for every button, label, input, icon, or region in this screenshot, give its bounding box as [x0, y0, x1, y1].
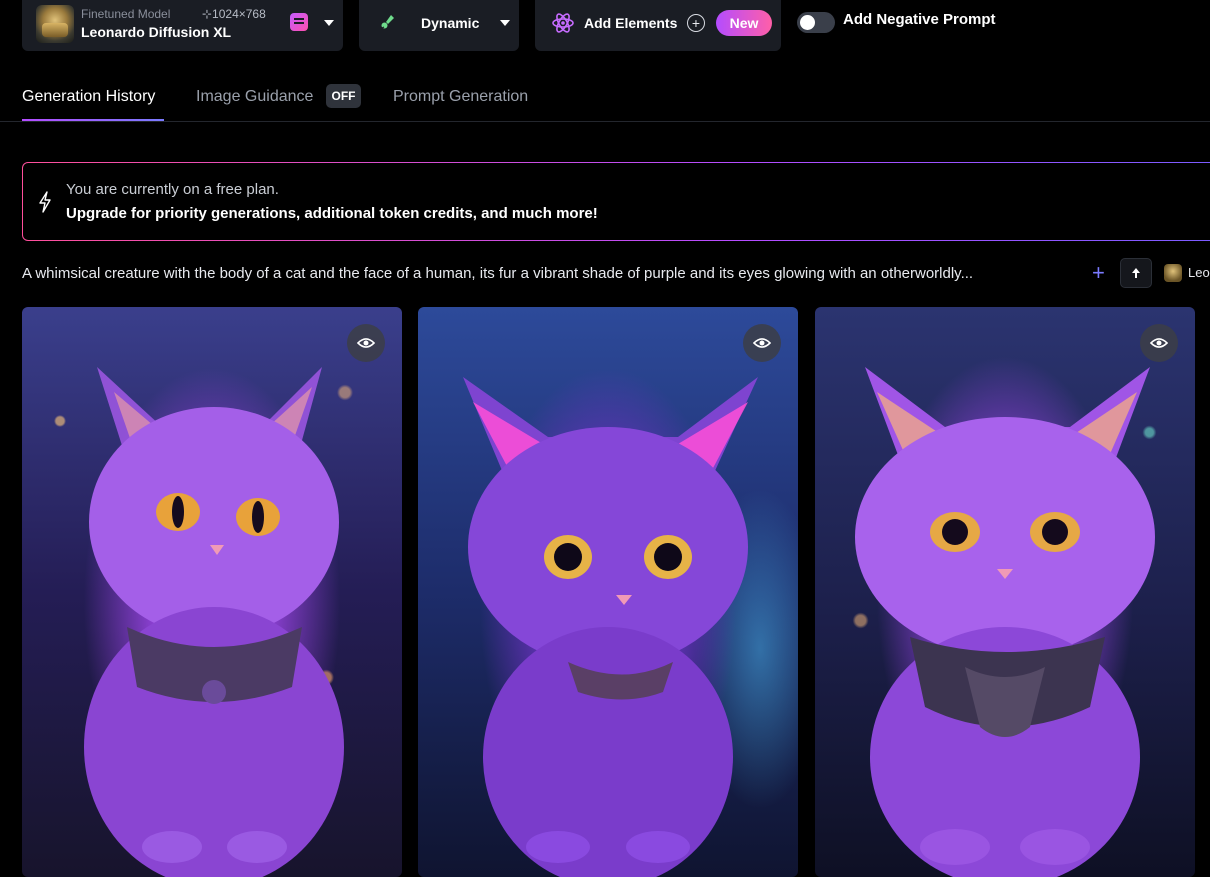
model-subtitle: Finetuned Model	[81, 7, 171, 21]
lightning-icon	[39, 191, 51, 213]
style-label: Dynamic	[421, 15, 480, 31]
add-elements-label: Add Elements	[584, 15, 678, 31]
reuse-prompt-button[interactable]	[1120, 258, 1152, 288]
model-dimensions: ⊹1024×768	[202, 7, 266, 21]
banner-plan-text: You are currently on a free plan.	[66, 181, 279, 198]
cat-illustration	[855, 367, 1155, 877]
tab-prompt-generation[interactable]: Prompt Generation	[393, 88, 528, 106]
plus-circle-icon[interactable]: +	[687, 14, 705, 32]
banner-upgrade-text: Upgrade for priority generations, additi…	[66, 205, 598, 222]
model-thumbnail	[36, 5, 74, 43]
generated-image-3[interactable]	[815, 307, 1195, 877]
notes-icon[interactable]	[290, 13, 308, 31]
tab-image-guidance[interactable]: Image Guidance	[196, 88, 313, 106]
model-selector[interactable]: Finetuned Model ⊹1024×768 Leonardo Diffu…	[22, 0, 343, 51]
top-toolbar: Finetuned Model ⊹1024×768 Leonardo Diffu…	[0, 0, 1210, 56]
eye-icon	[1150, 338, 1168, 348]
prompt-model-name: Leo	[1188, 265, 1210, 280]
tab-bar: Generation History Image Guidance OFF Pr…	[0, 78, 1210, 122]
image-gallery	[22, 307, 1210, 877]
negative-prompt-toggle[interactable]	[797, 12, 835, 33]
free-plan-banner[interactable]: You are currently on a free plan. Upgrad…	[22, 162, 1210, 241]
view-image-button[interactable]	[1140, 324, 1178, 362]
chevron-down-icon[interactable]	[324, 20, 334, 26]
atom-icon	[552, 13, 574, 33]
eye-icon	[357, 338, 375, 348]
view-image-button[interactable]	[347, 324, 385, 362]
brush-icon	[381, 15, 394, 29]
active-tab-indicator	[22, 119, 164, 121]
negative-prompt-label: Add Negative Prompt	[843, 11, 996, 28]
style-selector[interactable]: Dynamic	[359, 0, 519, 51]
model-name: Leonardo Diffusion XL	[81, 24, 232, 40]
cat-illustration	[463, 377, 758, 877]
chevron-down-icon[interactable]	[500, 20, 510, 26]
generation-prompt: A whimsical creature with the body of a …	[22, 265, 974, 282]
tab-generation-history[interactable]: Generation History	[22, 88, 155, 106]
generated-image-2[interactable]	[418, 307, 798, 877]
image-guidance-status-badge: OFF	[326, 84, 361, 108]
new-badge: New	[716, 10, 772, 36]
arrow-up-icon	[1132, 268, 1140, 278]
model-avatar	[1164, 264, 1182, 282]
add-prompt-icon[interactable]: +	[1092, 262, 1105, 284]
add-elements-button[interactable]: Add Elements + New	[535, 0, 781, 51]
view-image-button[interactable]	[743, 324, 781, 362]
generated-image-1[interactable]	[22, 307, 402, 877]
eye-icon	[753, 338, 771, 348]
cat-illustration	[84, 367, 344, 877]
